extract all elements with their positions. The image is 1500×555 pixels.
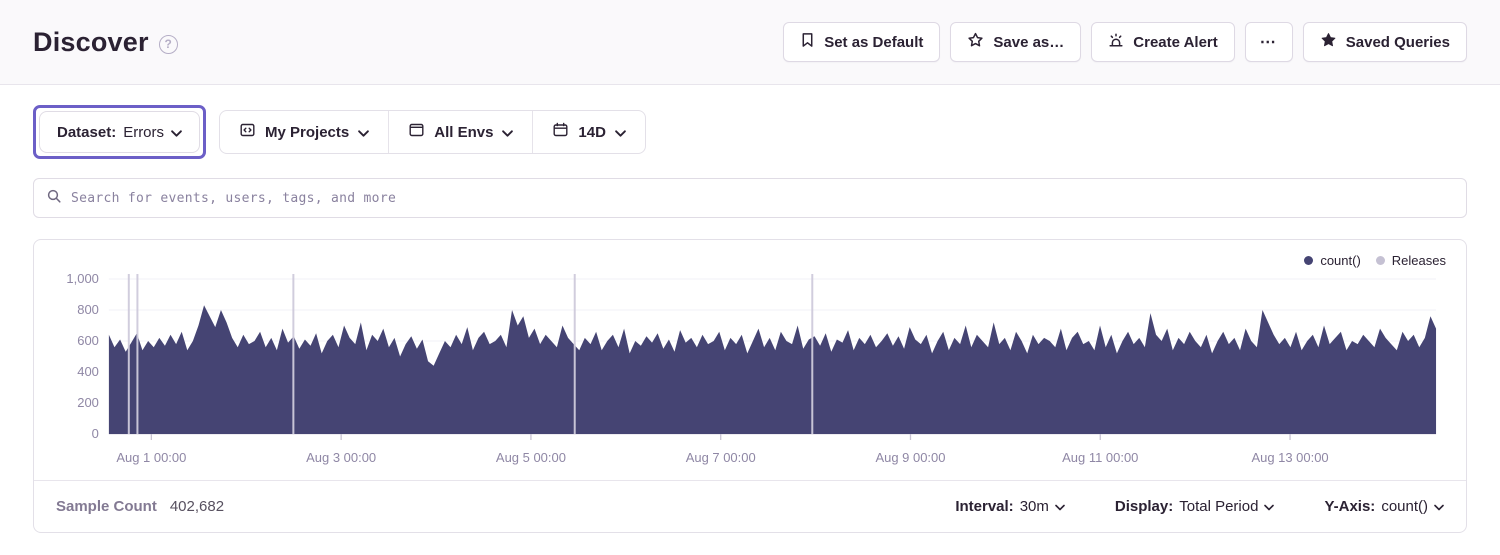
projects-dropdown[interactable]: My Projects [220, 111, 388, 153]
sample-count-value: 402,682 [170, 498, 224, 515]
chevron-down-icon [171, 124, 182, 141]
sample-count: Sample Count 402,682 [56, 498, 224, 515]
yaxis-dropdown[interactable]: Y-Axis: count() [1324, 498, 1444, 515]
svg-text:Aug 11 00:00: Aug 11 00:00 [1062, 450, 1138, 465]
svg-text:Aug 5 00:00: Aug 5 00:00 [496, 450, 566, 465]
search-bar [33, 178, 1467, 218]
svg-text:1,000: 1,000 [66, 271, 98, 286]
chevron-down-icon [502, 124, 513, 141]
dataset-highlight-outline: Dataset: Errors [33, 105, 206, 159]
chevron-down-icon [358, 124, 369, 141]
environments-dropdown[interactable]: All Envs [388, 111, 532, 153]
star-outline-icon [967, 32, 984, 52]
siren-icon [1108, 32, 1124, 52]
events-chart-panel: count() Releases 0 200 400 600 800 1,000 Aug 1… [33, 239, 1467, 533]
help-icon[interactable]: ? [159, 35, 178, 54]
dataset-value: Errors [123, 124, 164, 141]
svg-text:400: 400 [77, 364, 99, 379]
chevron-down-icon [1264, 498, 1274, 515]
legend-item-count[interactable]: count() [1304, 253, 1360, 268]
chevron-down-icon [1055, 498, 1065, 515]
main-content: Dataset: Errors My Projects All Envs 14D [0, 105, 1500, 533]
chart-panel-footer: Sample Count 402,682 Interval: 30m Displ… [34, 480, 1466, 532]
window-icon [408, 122, 425, 142]
date-range-dropdown[interactable]: 14D [532, 111, 645, 153]
svg-text:200: 200 [77, 395, 99, 410]
svg-text:800: 800 [77, 302, 99, 317]
svg-text:0: 0 [92, 426, 99, 441]
svg-text:Aug 13 00:00: Aug 13 00:00 [1251, 450, 1328, 465]
more-options-button[interactable]: ⋯ [1245, 22, 1293, 62]
saved-queries-button[interactable]: Saved Queries [1303, 22, 1467, 62]
svg-text:Aug 7 00:00: Aug 7 00:00 [686, 450, 756, 465]
projects-icon [239, 122, 256, 142]
discover-chart-svg: 0 200 400 600 800 1,000 Aug 1 00:00 Aug 3 00:00… [34, 240, 1466, 482]
calendar-icon [552, 122, 569, 142]
display-dropdown[interactable]: Display: Total Period [1115, 498, 1275, 515]
chevron-down-icon [1434, 498, 1444, 515]
page-title: Discover [33, 27, 149, 58]
create-alert-button[interactable]: Create Alert [1091, 22, 1234, 62]
bookmark-icon [800, 32, 815, 52]
chart-holder[interactable]: 0 200 400 600 800 1,000 Aug 1 00:00 Aug 3 00:00… [34, 240, 1466, 482]
header-actions: Set as Default Save as… Create Alert ⋯ S… [783, 22, 1467, 62]
interval-dropdown[interactable]: Interval: 30m [955, 498, 1065, 515]
page-header: Discover ? Set as Default Save as… Creat… [0, 0, 1500, 85]
set-as-default-button[interactable]: Set as Default [783, 22, 940, 62]
chart-legend: count() Releases [1304, 253, 1446, 268]
count-legend-dot [1304, 256, 1313, 265]
legend-item-releases[interactable]: Releases [1376, 253, 1446, 268]
chevron-down-icon [615, 124, 626, 141]
save-as-button[interactable]: Save as… [950, 22, 1081, 62]
ellipsis-icon: ⋯ [1260, 32, 1278, 52]
releases-legend-dot [1376, 256, 1385, 265]
star-filled-icon [1320, 32, 1337, 52]
title-wrap: Discover ? [33, 27, 178, 58]
svg-text:Aug 3 00:00: Aug 3 00:00 [306, 450, 376, 465]
svg-text:Aug 1 00:00: Aug 1 00:00 [116, 450, 186, 465]
footer-controls: Interval: 30m Display: Total Period Y-Ax… [955, 498, 1444, 515]
dataset-dropdown[interactable]: Dataset: Errors [39, 111, 200, 153]
svg-text:Aug 9 00:00: Aug 9 00:00 [875, 450, 945, 465]
page-filter-group: My Projects All Envs 14D [219, 110, 646, 154]
filter-row: Dataset: Errors My Projects All Envs 14D [33, 105, 1467, 159]
search-icon [46, 188, 62, 209]
svg-text:600: 600 [77, 333, 99, 348]
search-input[interactable] [71, 191, 1454, 206]
